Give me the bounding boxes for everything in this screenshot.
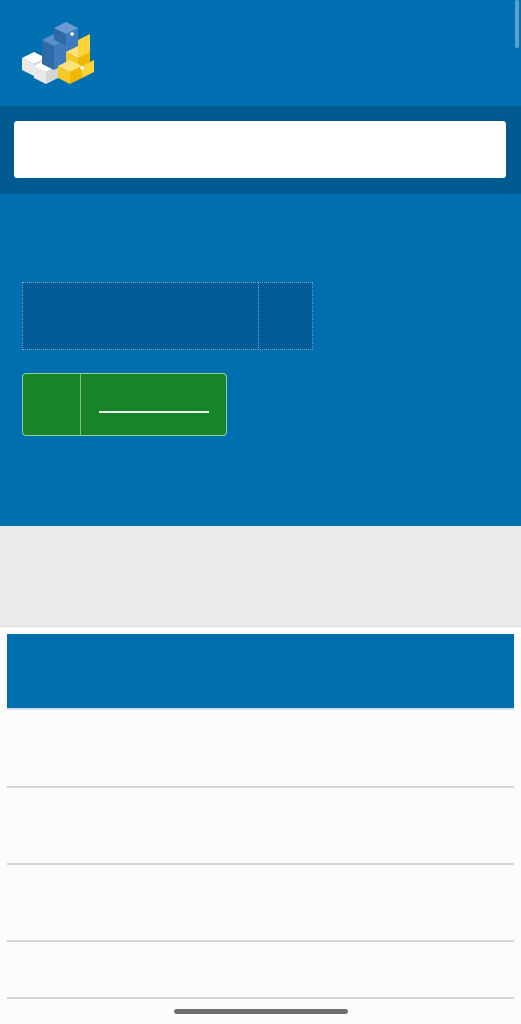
cta-button-underline [99,411,209,413]
list-header [7,634,514,710]
cta-button-icon [23,374,80,435]
search-input[interactable] [14,121,506,178]
list-item[interactable] [7,941,514,999]
list-item[interactable] [7,864,514,942]
info-band [0,526,521,626]
cta-button[interactable] [22,373,227,436]
hero-input-field[interactable] [22,282,258,350]
list-item[interactable] [7,710,514,788]
hero-section [0,194,521,526]
python-package-cubes-logo-icon [22,22,94,84]
site-logo[interactable] [20,18,98,86]
hero-field-button[interactable] [258,282,313,350]
cta-button-divider [80,374,81,435]
site-header [0,0,521,106]
page-scrollbar-thumb[interactable] [515,0,519,48]
home-indicator[interactable] [174,1009,348,1014]
list-item[interactable] [7,787,514,865]
list-divider [0,626,521,627]
search-bar-section [0,106,521,194]
